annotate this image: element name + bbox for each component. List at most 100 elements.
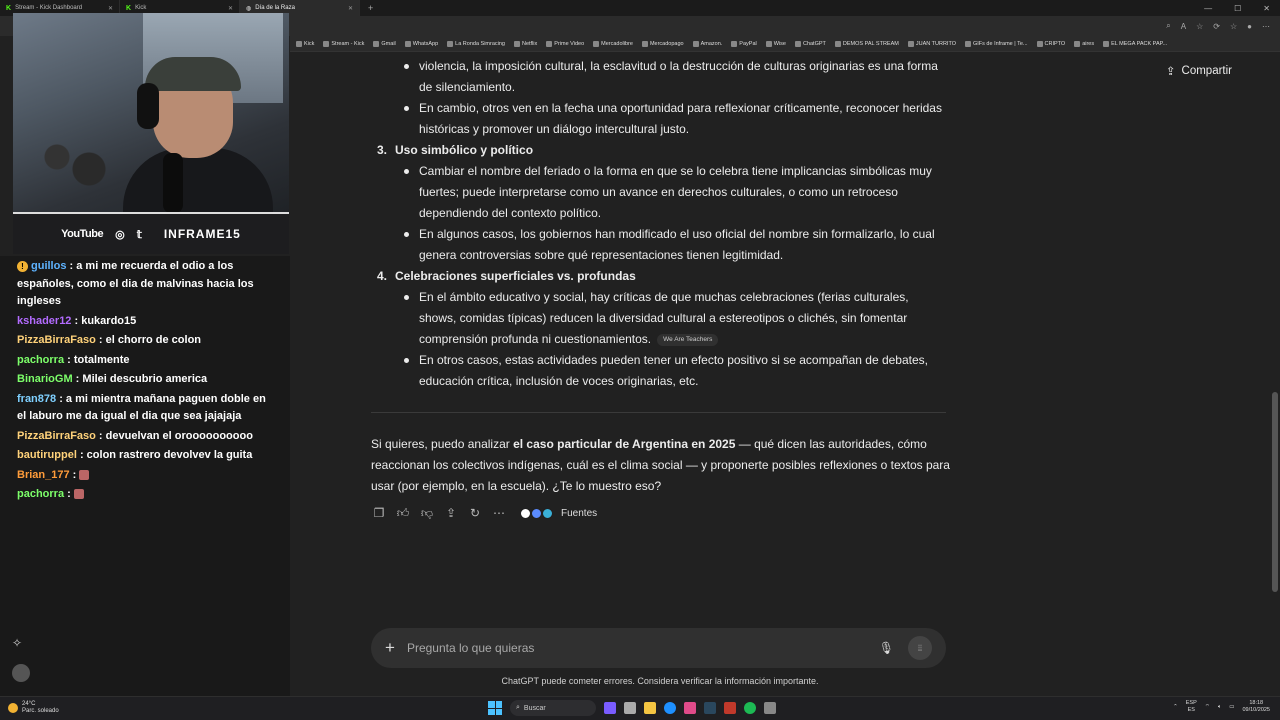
widgets-icon[interactable] — [604, 702, 616, 714]
chat-username[interactable]: pachorra — [17, 354, 64, 366]
share-icon[interactable]: ⇪ — [444, 506, 458, 520]
close-icon[interactable]: ✕ — [228, 5, 233, 12]
bookmark-icon — [296, 40, 302, 47]
bookmark-item[interactable]: Stream - Kick — [323, 40, 364, 47]
sources-label: Fuentes — [561, 507, 598, 519]
chat-username[interactable]: PizzaBirraFaso — [17, 430, 96, 442]
battery-icon[interactable]: ▭ — [1229, 704, 1234, 711]
bookmark-item[interactable]: La Ronda Simracing — [447, 40, 505, 47]
language-indicator[interactable]: ESP ES — [1186, 700, 1197, 714]
chat-username[interactable]: guillos — [31, 260, 66, 272]
star-icon[interactable]: ☆ — [1196, 22, 1203, 31]
chat-message: PizzaBirraFaso : el chorro de colon — [17, 334, 202, 346]
steam-icon[interactable] — [704, 702, 716, 714]
bookmark-item[interactable]: Mercadopago — [641, 40, 684, 47]
menu-icon[interactable]: ⋯ — [1262, 22, 1270, 31]
kick-icon: K — [126, 4, 132, 12]
app-icon[interactable] — [684, 702, 696, 714]
chat-text: colon rastrero devolvev la guita — [86, 449, 253, 461]
bookmark-item[interactable]: Mercadolibre — [593, 40, 633, 47]
zoom-icon[interactable]: ⌕ — [1166, 21, 1170, 31]
sparkle-icon[interactable]: ✧ — [12, 636, 32, 650]
list-item: En algunos casos, los gobiernos han modi… — [404, 224, 946, 266]
extensions-icon[interactable]: ⟳ — [1213, 22, 1220, 31]
thumbs-up-icon[interactable]: 👍︎ — [396, 506, 410, 520]
plus-icon[interactable]: + — [385, 638, 395, 658]
window-controls: — ☐ ✕ — [1204, 4, 1280, 13]
citation-chip[interactable]: We Are Teachers — [657, 333, 719, 346]
bookmark-item[interactable]: PayPal — [731, 40, 757, 47]
voice-mode-button[interactable]: ⦙⦙ — [908, 636, 932, 660]
prompt-composer[interactable]: + Pregunta lo que quieras 🎙︎ ⦙⦙ — [371, 628, 946, 668]
bookmark-item[interactable]: DEMOS PAL STREAM — [834, 40, 899, 47]
translate-icon[interactable]: A — [1181, 22, 1186, 31]
copy-icon[interactable]: ❐ — [372, 506, 386, 520]
app-icon[interactable] — [764, 702, 776, 714]
new-tab-button[interactable]: + — [360, 3, 381, 13]
windows-start-icon[interactable] — [488, 701, 502, 715]
close-window-icon[interactable]: ✕ — [1263, 4, 1270, 13]
bookmark-item[interactable]: Gmail — [373, 40, 396, 47]
prompt-input[interactable]: Pregunta lo que quieras — [407, 641, 879, 655]
chat-username[interactable]: Brian_177 — [17, 469, 70, 481]
bookmark-icon — [731, 40, 738, 47]
sources-button[interactable]: Fuentes — [520, 507, 598, 519]
section-heading: 4. Celebraciones superficiales vs. profun… — [371, 266, 946, 287]
bookmark-label: CRIPTO — [1044, 40, 1066, 47]
bookmark-item[interactable]: Netflix — [514, 40, 537, 47]
webcam-overlay — [13, 13, 289, 214]
chat-username[interactable]: PizzaBirraFaso — [17, 334, 96, 346]
chat-username[interactable]: BinarioGM — [17, 373, 73, 385]
chat-username[interactable]: fran878 — [17, 393, 56, 405]
bookmark-item[interactable]: Wise — [765, 40, 786, 47]
instagram-icon: ◎ — [115, 228, 125, 241]
wifi-icon[interactable]: ⌔ — [1205, 704, 1210, 711]
clock[interactable]: 18:18 09/10/2025 — [1242, 700, 1270, 714]
bookmark-item[interactable]: Amazon. — [692, 40, 722, 47]
intro-list: violencia, la imposición cultural, la es… — [371, 56, 946, 140]
taskbar-search[interactable]: ⌕ Buscar — [510, 700, 596, 716]
share-button[interactable]: ⇪ Compartir — [1166, 64, 1232, 78]
avatar[interactable] — [12, 664, 30, 682]
bookmark-item[interactable]: Kick — [296, 40, 315, 47]
emote-icon — [73, 489, 84, 500]
task-view-icon[interactable] — [624, 702, 636, 714]
microphone-icon[interactable]: 🎙︎ — [879, 641, 894, 655]
volume-icon[interactable]: 🔈︎ — [1218, 704, 1221, 711]
chat-message: PizzaBirraFaso : devuelvan el oroooooooo… — [17, 429, 253, 442]
bookmark-item[interactable]: CRIPTO — [1036, 40, 1066, 47]
bookmark-item[interactable]: EL MEGA PACK PAP... — [1103, 40, 1167, 47]
bookmark-item[interactable]: ChatGPT — [794, 40, 826, 47]
bookmark-item[interactable]: Prime Video — [546, 40, 584, 47]
minimize-icon[interactable]: — — [1204, 4, 1212, 13]
favorites-icon[interactable]: ☆ — [1230, 22, 1237, 31]
bookmark-label: WhatsApp — [412, 40, 439, 47]
list-item: En cambio, otros ven en la fecha una opo… — [404, 98, 946, 140]
edge-icon[interactable] — [664, 702, 676, 714]
maximize-icon[interactable]: ☐ — [1234, 4, 1241, 13]
bookmark-label: Kick — [304, 40, 315, 47]
scrollbar[interactable] — [1272, 62, 1278, 682]
bookmark-item[interactable]: aires — [1074, 40, 1094, 47]
profile-icon[interactable]: ● — [1247, 22, 1252, 31]
chevron-up-icon[interactable]: ⌃ — [1173, 704, 1178, 711]
app-icon[interactable] — [724, 702, 736, 714]
stream-chat: ! guillos : a mi me recuerda el odio a lo… — [0, 256, 290, 696]
bookmark-item[interactable]: JUAN TURRITO — [907, 40, 956, 47]
chat-username[interactable]: bautiruppel — [17, 449, 77, 461]
more-icon[interactable]: ⋯ — [492, 506, 506, 520]
section-number: 4. — [377, 269, 388, 283]
bookmark-icon — [1103, 40, 1110, 47]
spotify-icon[interactable] — [744, 702, 756, 714]
bookmark-item[interactable]: GIFs de Inframe | Te... — [964, 40, 1028, 47]
close-icon[interactable]: ✕ — [348, 5, 353, 12]
thumbs-down-icon[interactable]: 👎︎ — [420, 506, 434, 520]
file-explorer-icon[interactable] — [644, 702, 656, 714]
chat-username[interactable]: pachorra — [17, 488, 64, 500]
chat-username[interactable]: kshader12 — [17, 315, 71, 327]
close-icon[interactable]: ✕ — [108, 5, 113, 12]
bookmark-item[interactable]: WhatsApp — [404, 40, 439, 47]
bookmark-icon — [447, 40, 454, 47]
regenerate-icon[interactable]: ↻ — [468, 506, 482, 520]
weather-widget[interactable]: 24°C Parc. soleado — [8, 701, 59, 715]
